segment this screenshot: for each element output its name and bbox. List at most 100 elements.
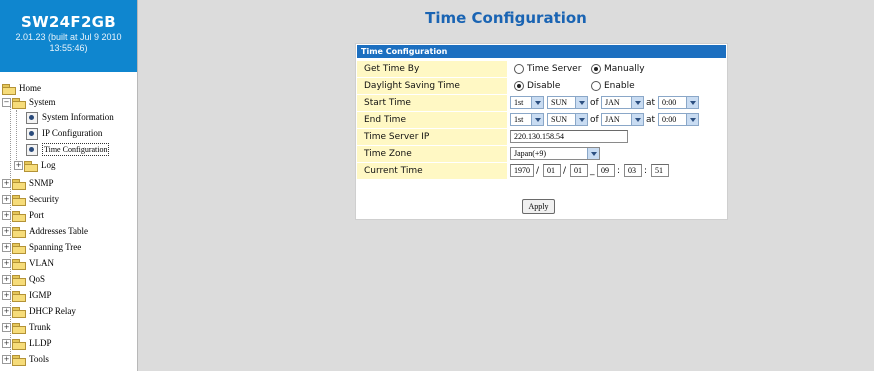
end-at-text: at [646,115,656,125]
expand-toggle-icon[interactable]: + [2,195,11,205]
page-icon [26,143,38,156]
expand-toggle-icon[interactable]: + [2,243,11,253]
dst-enable-radio[interactable] [591,81,601,91]
manually-radio[interactable] [591,64,601,74]
page-icon [26,111,38,124]
expand-toggle-icon[interactable]: + [2,275,11,285]
tree-item-security[interactable]: + Security [2,192,59,206]
manually-option-label: Manually [604,64,645,74]
device-model: SW24F2GB [20,13,117,31]
row-time-zone: Time Zone Japan(+9) [357,146,726,163]
folder-icon [12,210,26,222]
expand-toggle-icon[interactable]: + [2,179,11,189]
folder-icon [12,194,26,206]
folder-icon [12,354,26,366]
tree-item-qos[interactable]: + QoS [2,272,45,286]
expand-toggle-icon[interactable]: + [14,161,23,171]
expand-toggle-icon[interactable]: + [2,339,11,349]
tree-item-system[interactable]: − System [2,95,56,109]
expand-toggle-icon[interactable]: + [2,291,11,301]
row-end-time: End Time 1st SUN of JAN at 0:00 [357,112,726,129]
tree-item-igmp[interactable]: + IGMP [2,288,52,302]
tree-item-dhcp-relay[interactable]: + DHCP Relay [2,304,76,318]
dropdown-arrow-icon [686,114,698,125]
time-server-radio[interactable] [514,64,524,74]
tree-item-system-information[interactable]: System Information [26,110,114,124]
expand-toggle-icon[interactable]: + [2,259,11,269]
start-time-select[interactable]: 0:00 [658,96,699,109]
time-zone-label: Time Zone [357,146,507,162]
expand-toggle-icon[interactable]: + [2,211,11,221]
collapse-toggle-icon[interactable]: − [2,98,11,108]
end-month-select[interactable]: JAN [601,113,644,126]
time-server-option-label: Time Server [527,64,582,74]
firmware-build-time: 13:55:46) [49,43,88,53]
dropdown-arrow-icon [686,97,698,108]
brand-banner: SW24F2GB 2.01.23 (built at Jul 9 2010 13… [0,0,137,72]
tree-item-vlan[interactable]: + VLAN [2,256,54,270]
dst-disable-radio[interactable] [514,81,524,91]
tree-item-time-configuration[interactable]: Time Configuration [26,142,110,156]
year-input[interactable]: 1970 [510,164,534,177]
folder-icon [12,178,26,190]
tree-item-addresses-table[interactable]: + Addresses Table [2,224,88,238]
expand-toggle-icon[interactable]: + [2,355,11,365]
row-start-time: Start Time 1st SUN of JAN at 0:00 [357,95,726,112]
day-input[interactable]: 01 [570,164,588,177]
time-config-panel: Time Configuration Get Time By Time Serv… [355,43,728,220]
time-zone-select[interactable]: Japan(+9) [510,147,600,160]
row-daylight-saving: Daylight Saving Time Disable Enable [357,78,726,95]
end-time-select[interactable]: 0:00 [658,113,699,126]
start-time-label: Start Time [357,95,507,111]
tree-item-log[interactable]: + Log [14,158,56,172]
apply-button[interactable]: Apply [522,199,555,214]
folder-icon [12,226,26,238]
tree-item-port[interactable]: + Port [2,208,44,222]
expand-toggle-icon[interactable]: + [2,227,11,237]
tree-item-trunk[interactable]: + Trunk [2,320,51,334]
row-get-time-by: Get Time By Time Server Manually [357,61,726,78]
folder-icon [12,338,26,350]
end-day-select[interactable]: SUN [547,113,588,126]
tree-item-spanning-tree[interactable]: + Spanning Tree [2,240,81,254]
dropdown-arrow-icon [531,97,543,108]
time-server-ip-label: Time Server IP [357,129,507,145]
dst-disable-label: Disable [527,81,561,91]
expand-toggle-icon[interactable]: + [2,323,11,333]
end-week-select[interactable]: 1st [510,113,544,126]
start-month-select[interactable]: JAN [601,96,644,109]
start-day-select[interactable]: SUN [547,96,588,109]
dropdown-arrow-icon [587,148,599,159]
content-area: Time Configuration Time Configuration Ge… [138,0,874,371]
tree-item-home[interactable]: Home [2,81,41,95]
tree-item-snmp[interactable]: + SNMP [2,176,54,190]
folder-icon [12,258,26,270]
hour-input[interactable]: 09 [597,164,615,177]
tree-item-lldp[interactable]: + LLDP [2,336,52,350]
second-input[interactable]: 51 [651,164,669,177]
current-time-label: Current Time [357,163,507,179]
firmware-version: 2.01.23 (built at Jul 9 2010 [15,32,122,42]
folder-open-icon [2,83,16,95]
expand-toggle-icon[interactable]: + [2,307,11,317]
dropdown-arrow-icon [575,97,587,108]
folder-icon [12,274,26,286]
tree-item-ip-configuration[interactable]: IP Configuration [26,126,102,140]
start-week-select[interactable]: 1st [510,96,544,109]
folder-icon [12,306,26,318]
folder-icon [12,322,26,334]
daylight-saving-label: Daylight Saving Time [357,78,507,94]
folder-icon [12,290,26,302]
sidebar: SW24F2GB 2.01.23 (built at Jul 9 2010 13… [0,0,138,371]
get-time-by-label: Get Time By [357,61,507,77]
tree-item-tools[interactable]: + Tools [2,352,49,366]
folder-open-icon [12,97,26,109]
row-current-time: Current Time 1970 / 01 / 01 _ 09 : 03 : … [357,163,726,180]
month-input[interactable]: 01 [543,164,561,177]
start-at-text: at [646,98,656,108]
dropdown-arrow-icon [631,97,643,108]
time-server-ip-input[interactable]: 220.130.158.54 [510,130,628,143]
folder-icon [12,242,26,254]
minute-input[interactable]: 03 [624,164,642,177]
folder-icon [24,160,38,172]
